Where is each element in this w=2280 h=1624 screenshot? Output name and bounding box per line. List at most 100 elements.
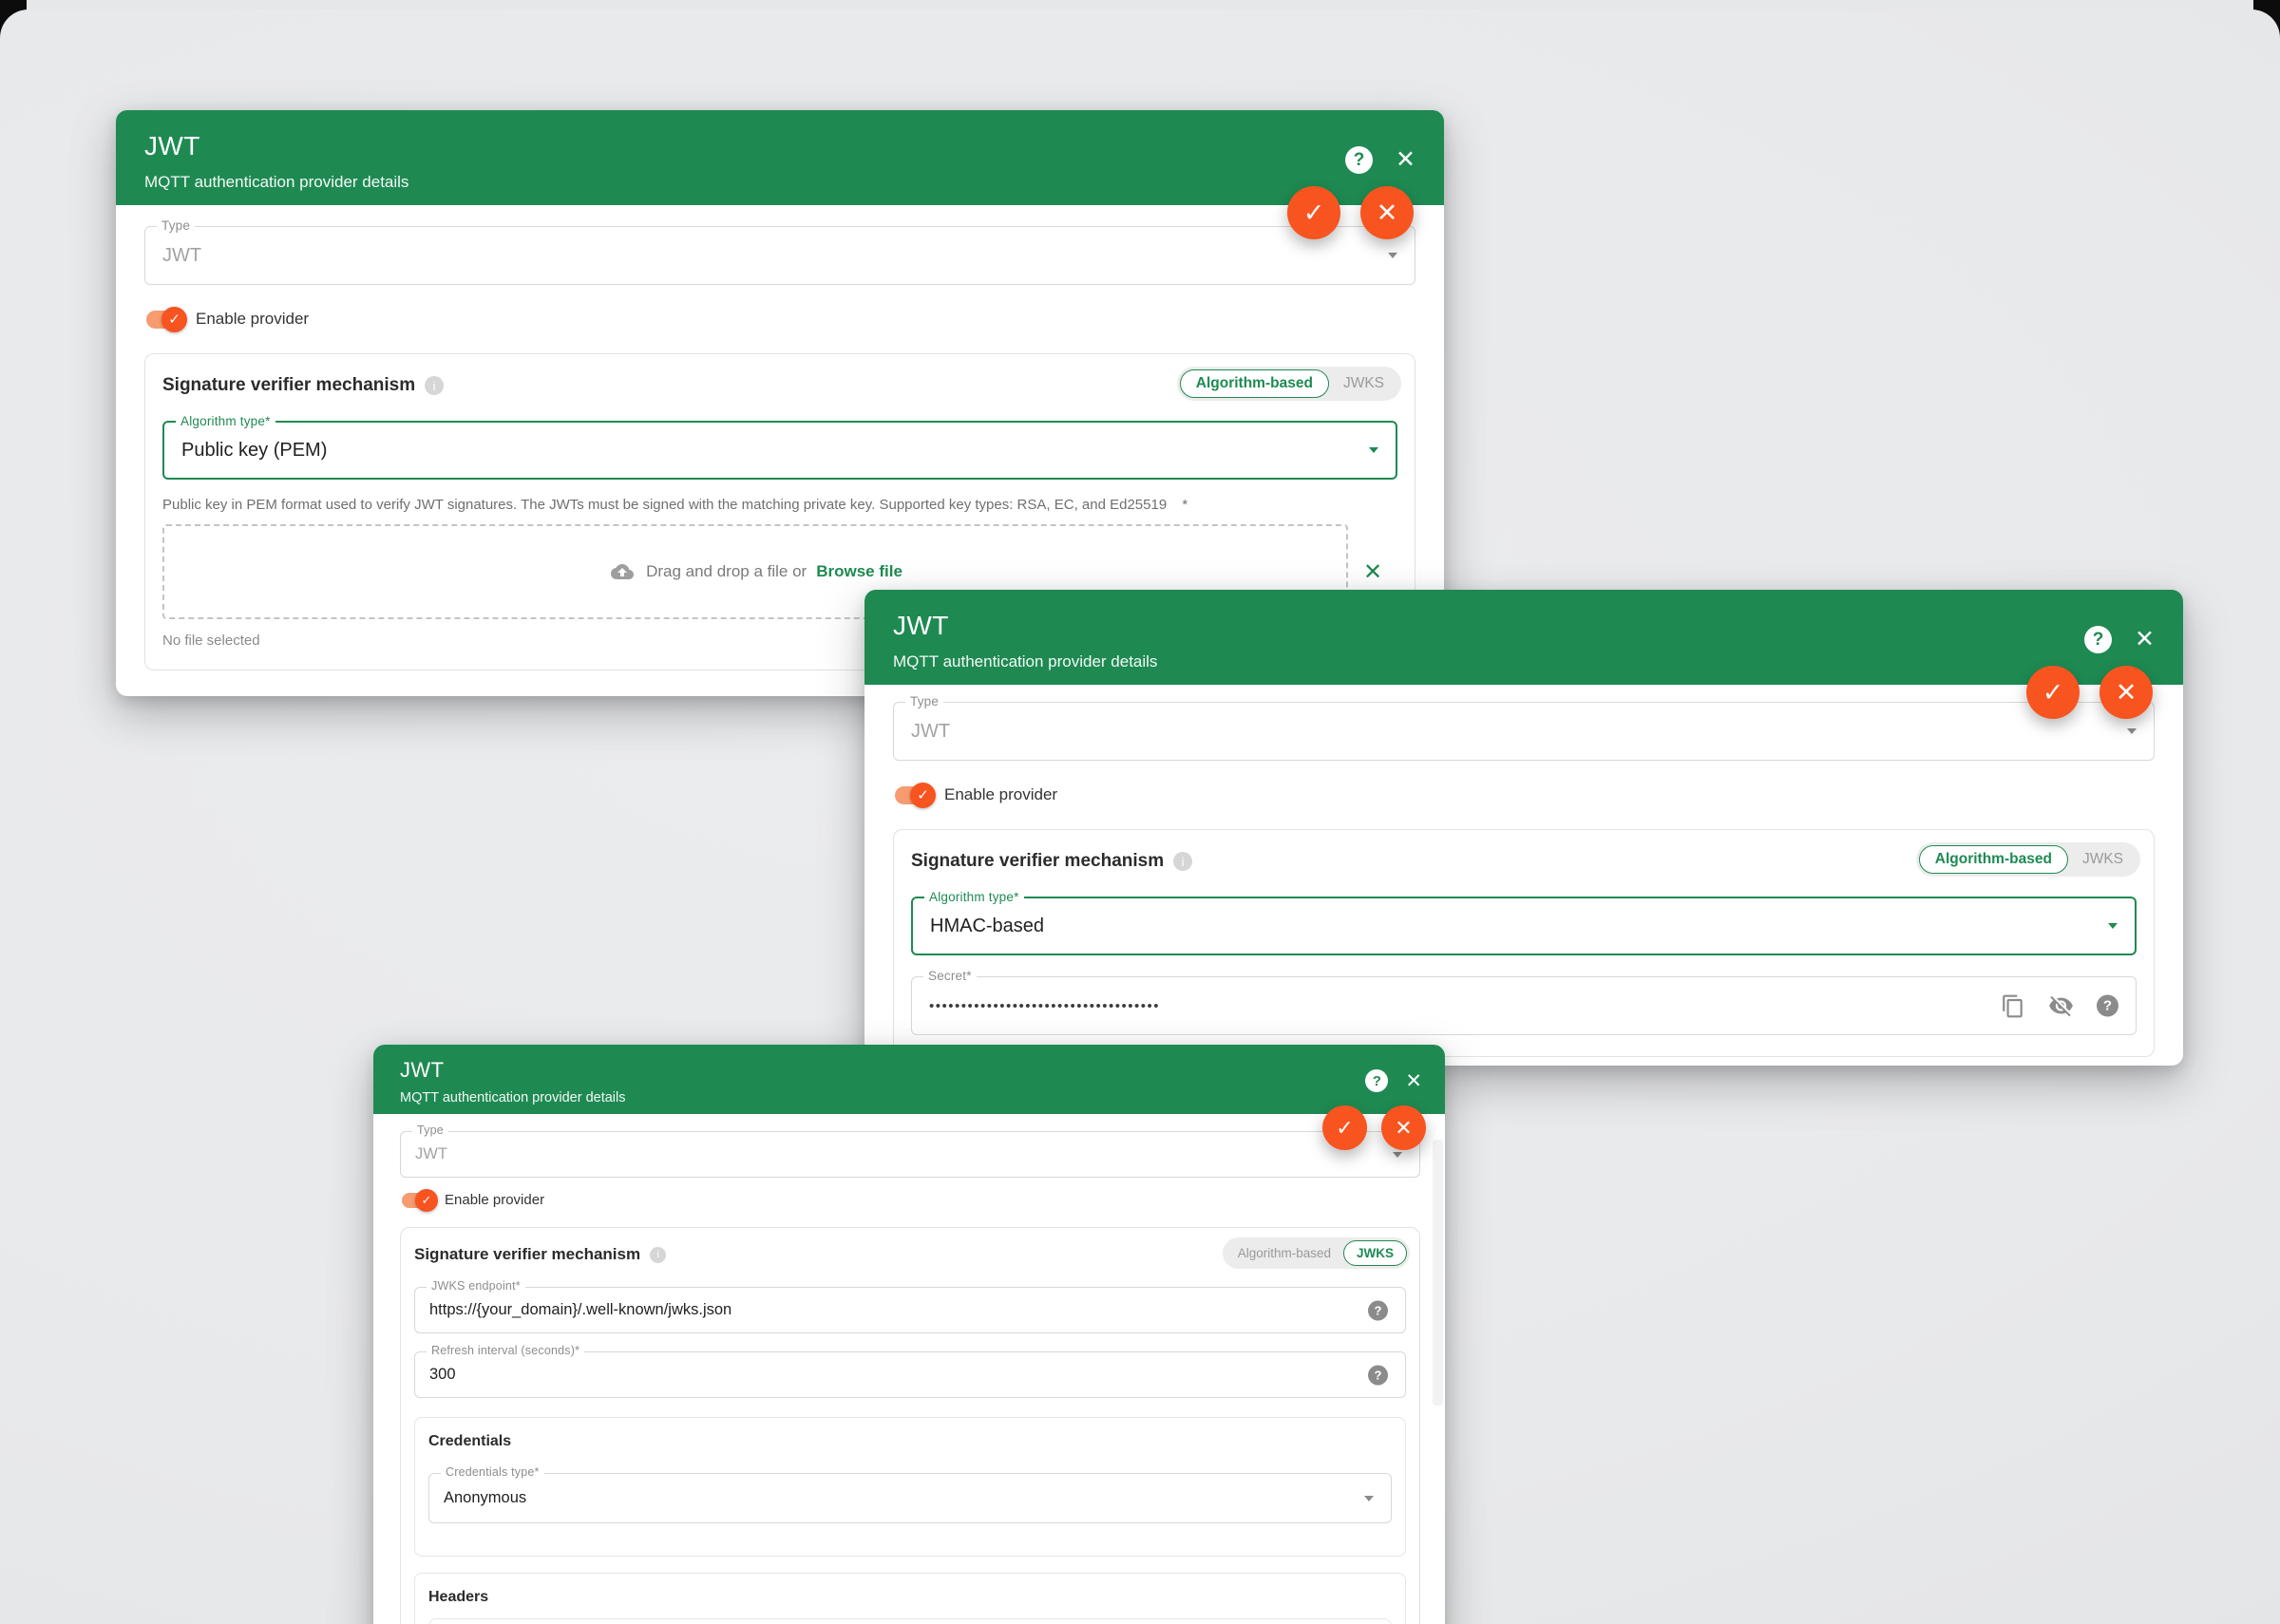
close-icon[interactable]: ✕ — [1396, 148, 1416, 172]
credentials-type-value: Anonymous — [444, 1489, 526, 1507]
refresh-interval-label: Refresh interval (seconds)* — [427, 1344, 584, 1357]
chip-jwks[interactable]: JWKS — [1343, 1240, 1407, 1266]
credentials-type-label: Credentials type* — [441, 1465, 544, 1479]
refresh-interval-value: 300 — [429, 1366, 456, 1384]
dialog-subtitle: MQTT authentication provider details — [893, 652, 2155, 671]
type-value: JWT — [911, 721, 950, 743]
close-icon[interactable]: ✕ — [2135, 628, 2155, 651]
public-key-helper-text: Public key in PEM format used to verify … — [162, 497, 1397, 513]
jwks-endpoint-value: https://{your_domain}/.well-known/jwks.j… — [429, 1301, 732, 1319]
secret-help-icon[interactable]: ? — [2097, 995, 2118, 1017]
secret-input[interactable]: Secret* ••••••••••••••••••••••••••••••••… — [911, 976, 2137, 1035]
chevron-down-icon — [1364, 1496, 1374, 1501]
dialog-header: JWT MQTT authentication provider details… — [864, 590, 2183, 685]
copy-icon[interactable] — [2001, 993, 2025, 1018]
chip-algorithm-based[interactable]: Algorithm-based — [1226, 1241, 1343, 1265]
refresh-interval-help-icon[interactable]: ? — [1368, 1365, 1388, 1385]
type-select[interactable]: Type JWT — [400, 1131, 1420, 1178]
enable-provider-toggle[interactable]: ✓ — [402, 1193, 435, 1208]
helper-text: Public key in PEM format used to verify … — [162, 497, 1167, 513]
algorithm-type-value: Public key (PEM) — [181, 440, 327, 462]
secret-masked-value: •••••••••••••••••••••••••••••••••••• — [929, 998, 1160, 1014]
jwks-endpoint-help-icon[interactable]: ? — [1368, 1300, 1388, 1320]
chevron-down-icon — [2127, 728, 2137, 734]
check-icon: ✓ — [1336, 1116, 1353, 1141]
type-label: Type — [905, 694, 943, 708]
chip-jwks[interactable]: JWKS — [1329, 369, 1398, 398]
headers-title: Headers — [428, 1589, 1392, 1606]
type-value: JWT — [162, 245, 201, 267]
algorithm-type-select[interactable]: Algorithm type* Public key (PEM) — [162, 421, 1397, 480]
type-select[interactable]: Type JWT — [144, 226, 1416, 285]
headers-card: Headers Header Value — [414, 1573, 1406, 1624]
cancel-fab-button[interactable]: ✕ — [1360, 186, 1414, 239]
verifier-mechanism-toggle-group: Algorithm-based JWKS — [1223, 1237, 1410, 1269]
algorithm-type-label: Algorithm type* — [924, 890, 1024, 904]
toggle-check-icon: ✓ — [910, 783, 936, 808]
signature-verifier-card: Signature verifier mechanism i Algorithm… — [400, 1227, 1420, 1624]
dialog-subtitle: MQTT authentication provider details — [400, 1090, 1418, 1105]
secret-label: Secret* — [923, 969, 977, 983]
chevron-down-icon — [1388, 253, 1397, 258]
chevron-down-icon — [1393, 1152, 1402, 1158]
enable-provider-toggle[interactable]: ✓ — [895, 786, 933, 804]
info-icon: i — [1173, 852, 1192, 871]
dialog-title: JWT — [144, 131, 1416, 161]
check-icon: ✓ — [1303, 198, 1325, 228]
help-icon[interactable]: ? — [1345, 146, 1373, 174]
check-icon: ✓ — [2042, 678, 2064, 708]
confirm-fab-button[interactable]: ✓ — [1322, 1105, 1367, 1150]
cloud-upload-icon — [608, 560, 636, 583]
dialog-header: JWT MQTT authentication provider details… — [116, 110, 1444, 205]
dialog-header: JWT MQTT authentication provider details… — [373, 1045, 1445, 1114]
section-title: Signature verifier mechanism — [911, 851, 1164, 872]
dialog-title: JWT — [893, 611, 2155, 641]
close-icon: ✕ — [1395, 1116, 1412, 1141]
algorithm-type-label: Algorithm type* — [176, 414, 276, 428]
credentials-type-select[interactable]: Credentials type* Anonymous — [428, 1473, 1392, 1523]
section-title: Signature verifier mechanism — [162, 375, 415, 396]
visibility-off-icon[interactable] — [2048, 993, 2074, 1019]
type-value: JWT — [415, 1145, 447, 1163]
close-icon[interactable]: ✕ — [1405, 1071, 1422, 1091]
dropzone-text: Drag and drop a file or — [646, 562, 807, 581]
close-icon: ✕ — [2116, 678, 2138, 708]
algorithm-type-value: HMAC-based — [930, 916, 1044, 937]
section-title: Signature verifier mechanism — [414, 1245, 640, 1264]
credentials-title: Credentials — [428, 1433, 1392, 1450]
enable-provider-label: Enable provider — [196, 310, 309, 329]
verifier-mechanism-toggle-group: Algorithm-based JWKS — [1177, 367, 1401, 401]
cancel-fab-button[interactable]: ✕ — [1381, 1105, 1426, 1150]
chip-jwks[interactable]: JWKS — [2068, 845, 2138, 874]
confirm-fab-button[interactable]: ✓ — [2026, 666, 2080, 719]
jwks-endpoint-label: JWKS endpoint* — [427, 1279, 525, 1293]
confirm-fab-button[interactable]: ✓ — [1287, 186, 1340, 239]
headers-table: Header Value — [428, 1618, 1392, 1624]
clear-file-icon[interactable]: ✕ — [1348, 558, 1397, 586]
toggle-check-icon: ✓ — [162, 307, 187, 332]
cancel-fab-button[interactable]: ✕ — [2100, 666, 2153, 719]
enable-provider-toggle[interactable]: ✓ — [146, 311, 184, 329]
required-mark: * — [1182, 497, 1188, 513]
help-icon[interactable]: ? — [1365, 1069, 1388, 1092]
chevron-down-icon — [1369, 447, 1378, 453]
browse-file-link[interactable]: Browse file — [816, 562, 902, 581]
dialog-subtitle: MQTT authentication provider details — [144, 173, 1416, 192]
jwks-endpoint-input[interactable]: JWKS endpoint* https://{your_domain}/.we… — [414, 1287, 1406, 1333]
info-icon: i — [650, 1247, 666, 1263]
refresh-interval-input[interactable]: Refresh interval (seconds)* 300 ? — [414, 1351, 1406, 1398]
help-icon[interactable]: ? — [2084, 626, 2112, 653]
algorithm-type-select[interactable]: Algorithm type* HMAC-based — [911, 897, 2137, 955]
dialog-title: JWT — [400, 1058, 1418, 1083]
verifier-mechanism-toggle-group: Algorithm-based JWKS — [1916, 842, 2140, 877]
chip-algorithm-based[interactable]: Algorithm-based — [1180, 369, 1329, 398]
credentials-card: Credentials Credentials type* Anonymous — [414, 1417, 1406, 1557]
chip-algorithm-based[interactable]: Algorithm-based — [1919, 845, 2068, 874]
jwt-dialog-jwks: JWT MQTT authentication provider details… — [373, 1045, 1445, 1624]
enable-provider-label: Enable provider — [944, 785, 1057, 804]
type-label: Type — [157, 218, 195, 233]
type-select[interactable]: Type JWT — [893, 702, 2155, 761]
chevron-down-icon — [2108, 923, 2118, 929]
enable-provider-label: Enable provider — [445, 1192, 544, 1208]
jwt-dialog-hmac: JWT MQTT authentication provider details… — [864, 590, 2183, 1066]
